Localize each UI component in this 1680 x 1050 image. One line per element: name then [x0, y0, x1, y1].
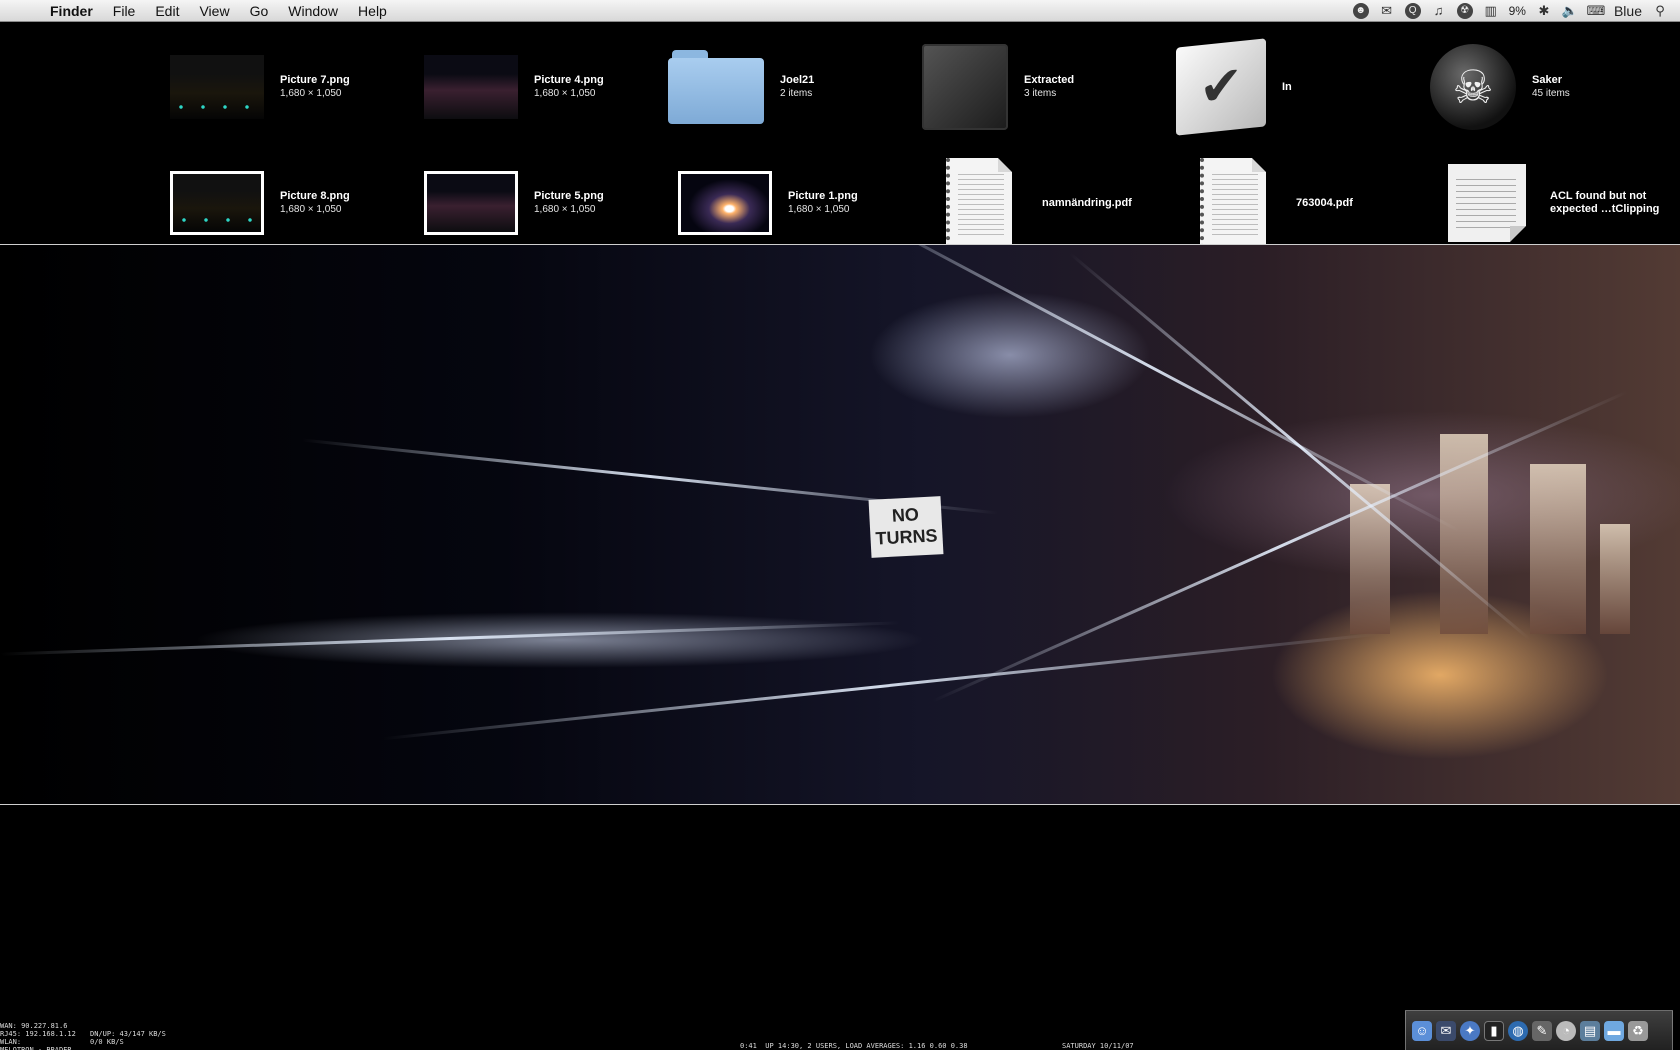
bluetooth-icon[interactable]: ✱ [1536, 3, 1552, 19]
icon-name: Picture 7.png [280, 74, 350, 86]
menu-go[interactable]: Go [240, 0, 279, 22]
itunes-note-icon[interactable]: ♫ [1431, 3, 1447, 19]
desktop-icon-saker[interactable]: ☠ Saker 45 items [1430, 32, 1680, 142]
text-clipping-icon [1448, 164, 1526, 242]
icon-meta: 1,680 × 1,050 [280, 204, 342, 215]
icon-meta: 2 items [780, 88, 813, 99]
mail-dock-icon[interactable]: ✉ [1436, 1020, 1456, 1041]
user-name[interactable]: Blue [1614, 3, 1642, 19]
skull-crossbones-icon: ☠ [1430, 44, 1516, 130]
folder-icon [668, 50, 764, 124]
icon-name: ACL found but not expected …tClipping [1550, 190, 1660, 215]
icon-name: Picture 1.png [788, 190, 858, 202]
desktop-icon-picture-1[interactable]: Picture 1.png 1,680 × 1,050 [668, 148, 922, 258]
desktop-icon-extracted[interactable]: Extracted 3 items [922, 32, 1176, 142]
desktop-icon-picture-8[interactable]: Picture 8.png 1,680 × 1,050 [160, 148, 414, 258]
spotlight-search-icon[interactable]: ⚲ [1652, 3, 1668, 19]
image-thumbnail [424, 55, 518, 119]
menu-extras: ☻ ✉ Q ♫ ☢ ▥ 9% ✱ 🔈 ⌨ Blue ⚲ [1352, 2, 1680, 19]
preview-dock-icon[interactable]: ▤ [1580, 1020, 1600, 1041]
radiation-icon[interactable]: ☢ [1456, 2, 1473, 19]
finder-dock-icon[interactable]: ☺ [1412, 1020, 1432, 1041]
desktop-icon-picture-4[interactable]: Picture 4.png 1,680 × 1,050 [414, 32, 668, 142]
icon-meta: 1,680 × 1,050 [534, 88, 596, 99]
no-turns-sign: NO TURNS [868, 496, 944, 558]
icon-meta: 3 items [1024, 88, 1057, 99]
desktop-icon-763004-pdf[interactable]: 763004.pdf [1176, 148, 1430, 258]
utility-dock-icon[interactable]: ✎ [1532, 1020, 1552, 1041]
checkmark-folder-icon: ✔ [1176, 38, 1266, 136]
menu-window[interactable]: Window [278, 0, 348, 22]
desktop-wallpaper: NO TURNS [0, 244, 1680, 805]
icon-name: Saker [1532, 74, 1562, 86]
mail-icon[interactable]: ✉ [1379, 3, 1395, 19]
menu-bar: Finder File Edit View Go Window Help ☻ ✉… [0, 0, 1680, 22]
keyboard-icon[interactable]: ⌨ [1587, 3, 1606, 19]
safari-dock-icon[interactable]: ✦ [1460, 1020, 1480, 1041]
desktop-icon-namnandring-pdf[interactable]: namnändring.pdf [922, 148, 1176, 258]
image-thumbnail [170, 171, 264, 235]
battery-percent[interactable]: 9% [1509, 4, 1526, 18]
icon-name: In [1282, 80, 1292, 93]
activity-monitor-icon[interactable]: ▥ [1483, 3, 1499, 19]
trash-dock-icon[interactable]: ♻ [1628, 1020, 1648, 1041]
image-thumbnail [424, 171, 518, 235]
icon-name: namnändring.pdf [1042, 196, 1132, 209]
network-info: WAN: 90.227.81.6 RJ45: 192.168.1.12 WLAN… [0, 1022, 76, 1050]
icon-name: Picture 8.png [280, 190, 350, 202]
icon-name: Extracted [1024, 74, 1075, 86]
network-traffic: DN/UP: 43/147 KB/S 0/0 KB/S [90, 1030, 166, 1046]
desktop-icon-text-clipping[interactable]: ACL found but not expected …tClipping [1430, 148, 1680, 258]
icon-meta: 1,680 × 1,050 [788, 204, 850, 215]
image-thumbnail [170, 55, 264, 119]
icon-meta: 1,680 × 1,050 [534, 204, 596, 215]
menu-view[interactable]: View [189, 0, 239, 22]
icon-name: Joel21 [780, 74, 815, 86]
desktop-icon-picture-7[interactable]: Picture 7.png 1,680 × 1,050 [160, 32, 414, 142]
icon-name: Picture 4.png [534, 74, 604, 86]
menu-edit[interactable]: Edit [145, 0, 189, 22]
desktop-icon-joel21[interactable]: Joel21 2 items [668, 32, 922, 142]
alien-icon[interactable]: ☻ [1352, 2, 1369, 19]
desktop-icons: Picture 7.png 1,680 × 1,050 Picture 4.pn… [0, 22, 1680, 248]
menu-file[interactable]: File [103, 0, 146, 22]
image-thumbnail [678, 171, 772, 235]
uptime-info: 0:41 UP 14:30, 2 USERS, LOAD AVERAGES: 1… [740, 1042, 968, 1050]
dock: ☺ ✉ ✦ ▮ ◍ ✎ ◔ ▤ ▬ ♻ [1405, 1010, 1673, 1050]
network-globe-dock-icon[interactable]: ◍ [1508, 1020, 1528, 1041]
icon-name: Picture 5.png [534, 190, 604, 202]
volume-icon[interactable]: 🔈 [1562, 3, 1578, 19]
menu-finder[interactable]: Finder [40, 0, 103, 22]
chat-bubble-dock-icon[interactable]: ◔ [1556, 1020, 1576, 1041]
apple-box-icon [922, 44, 1008, 130]
desktop-icon-in[interactable]: ✔ In [1176, 32, 1430, 142]
terminal-dock-icon[interactable]: ▮ [1484, 1020, 1504, 1041]
desktop-icon-picture-5[interactable]: Picture 5.png 1,680 × 1,050 [414, 148, 668, 258]
documents-folder-dock-icon[interactable]: ▬ [1604, 1020, 1624, 1041]
icon-meta: 45 items [1532, 88, 1570, 99]
pdf-document-icon [946, 158, 1012, 248]
menu-help[interactable]: Help [348, 0, 397, 22]
icon-meta: 1,680 × 1,050 [280, 88, 342, 99]
quicksilver-icon[interactable]: Q [1404, 2, 1421, 19]
pdf-document-icon [1200, 158, 1266, 248]
date-info: SATURDAY 10/11/07 [1062, 1042, 1134, 1050]
icon-name: 763004.pdf [1296, 196, 1353, 209]
